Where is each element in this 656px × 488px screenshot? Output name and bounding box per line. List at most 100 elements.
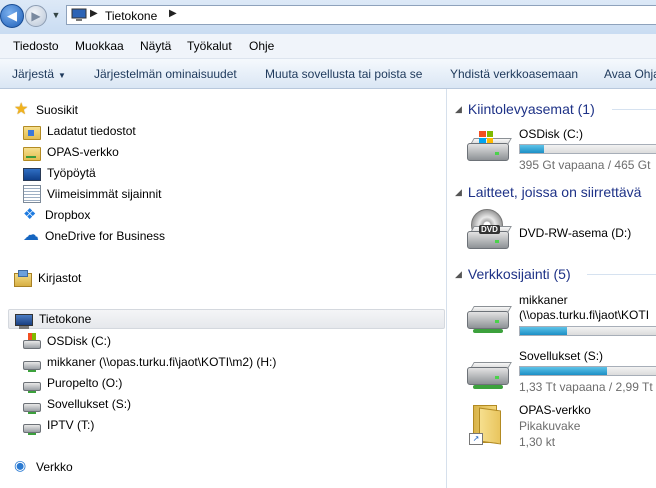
- nav-favorites[interactable]: Suosikit: [14, 99, 79, 120]
- os-hard-drive-icon: [465, 131, 512, 165]
- group-header-label: Kiintolevyasemat (1): [467, 101, 595, 117]
- collapse-triangle-icon: ◢: [455, 103, 462, 114]
- drive-tile-osdisk[interactable]: OSDisk (C:) 395 Gt vapaana / 465 Gt: [465, 125, 656, 172]
- shortcut-type: Pikakuvake: [519, 419, 581, 433]
- nav-item-sovellukset[interactable]: Sovellukset (S:): [23, 394, 131, 414]
- nav-item-label: Dropbox: [45, 208, 91, 222]
- drive-tile-dvd[interactable]: DVD DVD-RW-asema (D:): [465, 209, 656, 255]
- shortcut-name: OPAS-verkko: [519, 403, 591, 417]
- menu-file[interactable]: Tiedosto: [13, 39, 59, 53]
- breadcrumb-separator-icon[interactable]: ▶: [169, 8, 177, 19]
- drive-usage-fill: [520, 367, 607, 375]
- network-drive-icon: [23, 423, 41, 435]
- arrow-right-icon: ▶: [31, 9, 41, 23]
- drive-usage-fill: [520, 145, 544, 153]
- shortcut-tile-opas-verkko[interactable]: ↗ OPAS-verkko Pikakuvake 1,30 kt: [465, 401, 656, 455]
- group-header-removable[interactable]: ◢ Laitteet, joissa on siirrettävä: [455, 183, 641, 201]
- nav-item-onedrive[interactable]: OneDrive for Business: [23, 225, 166, 246]
- nav-item-iptv[interactable]: IPTV (T:): [23, 415, 94, 435]
- open-control-panel-button[interactable]: Avaa Ohja: [604, 67, 656, 81]
- forward-button[interactable]: ▶: [25, 5, 47, 27]
- nav-libraries-label: Kirjastot: [38, 271, 82, 285]
- network-drive-icon: [465, 301, 512, 333]
- nav-item-osdisk[interactable]: OSDisk (C:): [23, 331, 111, 351]
- nav-item-label: OneDrive for Business: [45, 229, 166, 243]
- nav-item-recent-places[interactable]: Viimeisimmät sijainnit: [23, 184, 161, 204]
- back-button[interactable]: ◀: [0, 4, 24, 28]
- network-folder-icon: [23, 146, 41, 161]
- group-header-label: Verkkosijainti (5): [467, 266, 571, 282]
- nav-item-desktop[interactable]: Työpöytä: [23, 163, 96, 183]
- nav-libraries[interactable]: Kirjastot: [14, 268, 81, 288]
- drive-free-space: 395 Gt vapaana / 465 Gt: [519, 158, 651, 172]
- navigation-pane: Suosikit Ladatut tiedostot OPAS-verkko T…: [0, 89, 447, 488]
- nav-item-opas-verkko[interactable]: OPAS-verkko: [23, 142, 119, 162]
- menu-help[interactable]: Ohje: [249, 39, 274, 53]
- onedrive-icon: [23, 225, 39, 245]
- breadcrumb-computer[interactable]: Tietokone: [105, 9, 157, 23]
- collapse-triangle-icon: ◢: [455, 268, 462, 279]
- star-icon: [14, 99, 30, 119]
- group-header-network-locations[interactable]: ◢ Verkkosijainti (5): [455, 265, 571, 283]
- address-bar[interactable]: ▶ Tietokone ▶: [66, 5, 656, 25]
- nav-item-label: mikkaner (\\opas.turku.fi\jaot\KOTI\m2) …: [47, 355, 277, 369]
- map-network-drive-button[interactable]: Yhdistä verkkoasemaan: [450, 67, 578, 81]
- desktop-icon: [23, 167, 41, 181]
- command-bar: Järjestä ▼ Järjestelmän ominaisuudet Muut…: [0, 59, 656, 89]
- menu-view[interactable]: Näytä: [140, 39, 171, 53]
- nav-item-downloads[interactable]: Ladatut tiedostot: [23, 121, 136, 141]
- menu-edit[interactable]: Muokkaa: [75, 39, 124, 53]
- network-icon: [14, 457, 30, 475]
- libraries-icon: [14, 269, 32, 287]
- network-folder-shortcut-icon: ↗: [469, 403, 505, 445]
- network-drive-icon: [23, 360, 41, 372]
- nav-item-puropelto[interactable]: Puropelto (O:): [23, 373, 122, 393]
- nav-item-label: Ladatut tiedostot: [47, 124, 136, 138]
- address-toolbar: ◀ ▶ ▼ ▶ Tietokone ▶: [0, 0, 656, 34]
- nav-item-dropbox[interactable]: Dropbox: [23, 205, 90, 225]
- system-properties-button[interactable]: Järjestelmän ominaisuudet: [94, 67, 237, 81]
- drive-usage-bar: [519, 326, 656, 336]
- collapse-triangle-icon: ◢: [455, 186, 462, 197]
- computer-icon: [15, 313, 33, 329]
- group-header-label: Laitteet, joissa on siirrettävä: [467, 184, 642, 200]
- menu-bar: Tiedosto Muokkaa Näytä Työkalut Ohje: [0, 34, 656, 59]
- drive-usage-bar: [519, 144, 656, 154]
- organize-button[interactable]: Järjestä ▼: [12, 67, 66, 81]
- nav-item-label: Puropelto (O:): [47, 376, 123, 390]
- breadcrumb-separator-icon[interactable]: ▶: [90, 8, 98, 19]
- nav-computer[interactable]: Tietokone: [8, 309, 445, 329]
- drive-tile-sovellukset[interactable]: Sovellukset (S:) 1,33 Tt vapaana / 2,99 …: [465, 347, 656, 394]
- drive-name: OSDisk (C:): [519, 127, 583, 141]
- dropbox-icon: [23, 205, 39, 223]
- group-divider: [587, 274, 656, 275]
- nav-item-label: IPTV (T:): [47, 418, 95, 432]
- drive-usage-bar: [519, 366, 656, 376]
- chevron-down-icon: ▼: [51, 10, 61, 20]
- menu-tools[interactable]: Työkalut: [187, 39, 232, 53]
- group-header-hard-drives[interactable]: ◢ Kiintolevyasemat (1): [455, 100, 595, 118]
- nav-item-label: Sovellukset (S:): [47, 397, 132, 411]
- nav-item-label: Viimeisimmät sijainnit: [47, 187, 162, 201]
- network-drive-icon: [23, 402, 41, 414]
- group-divider: [612, 109, 656, 110]
- nav-network[interactable]: Verkko: [14, 457, 73, 477]
- nav-network-label: Verkko: [36, 460, 73, 474]
- nav-item-mikkaner[interactable]: mikkaner (\\opas.turku.fi\jaot\KOTI\m2) …: [23, 352, 276, 372]
- arrow-left-icon: ◀: [7, 8, 17, 23]
- nav-favorites-label: Suosikit: [36, 103, 79, 117]
- drive-usage-fill: [520, 327, 568, 335]
- uninstall-program-button[interactable]: Muuta sovellusta tai poista se: [265, 67, 422, 81]
- drive-tile-mikkaner[interactable]: mikkaner (\\opas.turku.fi\jaot\KOTI: [465, 291, 656, 341]
- content-pane: ◢ Kiintolevyasemat (1) OSDisk (C:) 395 G…: [447, 89, 656, 488]
- drive-name: Sovellukset (S:): [519, 349, 604, 363]
- computer-icon: [71, 8, 87, 22]
- organize-label: Järjestä: [12, 67, 55, 81]
- shortcut-size: 1,30 kt: [519, 435, 556, 449]
- recent-pages-button[interactable]: ▼: [50, 9, 62, 21]
- dvd-badge: DVD: [479, 225, 500, 234]
- os-drive-icon: [23, 332, 41, 349]
- chevron-down-icon: ▼: [58, 71, 66, 80]
- network-drive-icon: [465, 357, 512, 389]
- drive-name: mikkaner: [519, 293, 568, 307]
